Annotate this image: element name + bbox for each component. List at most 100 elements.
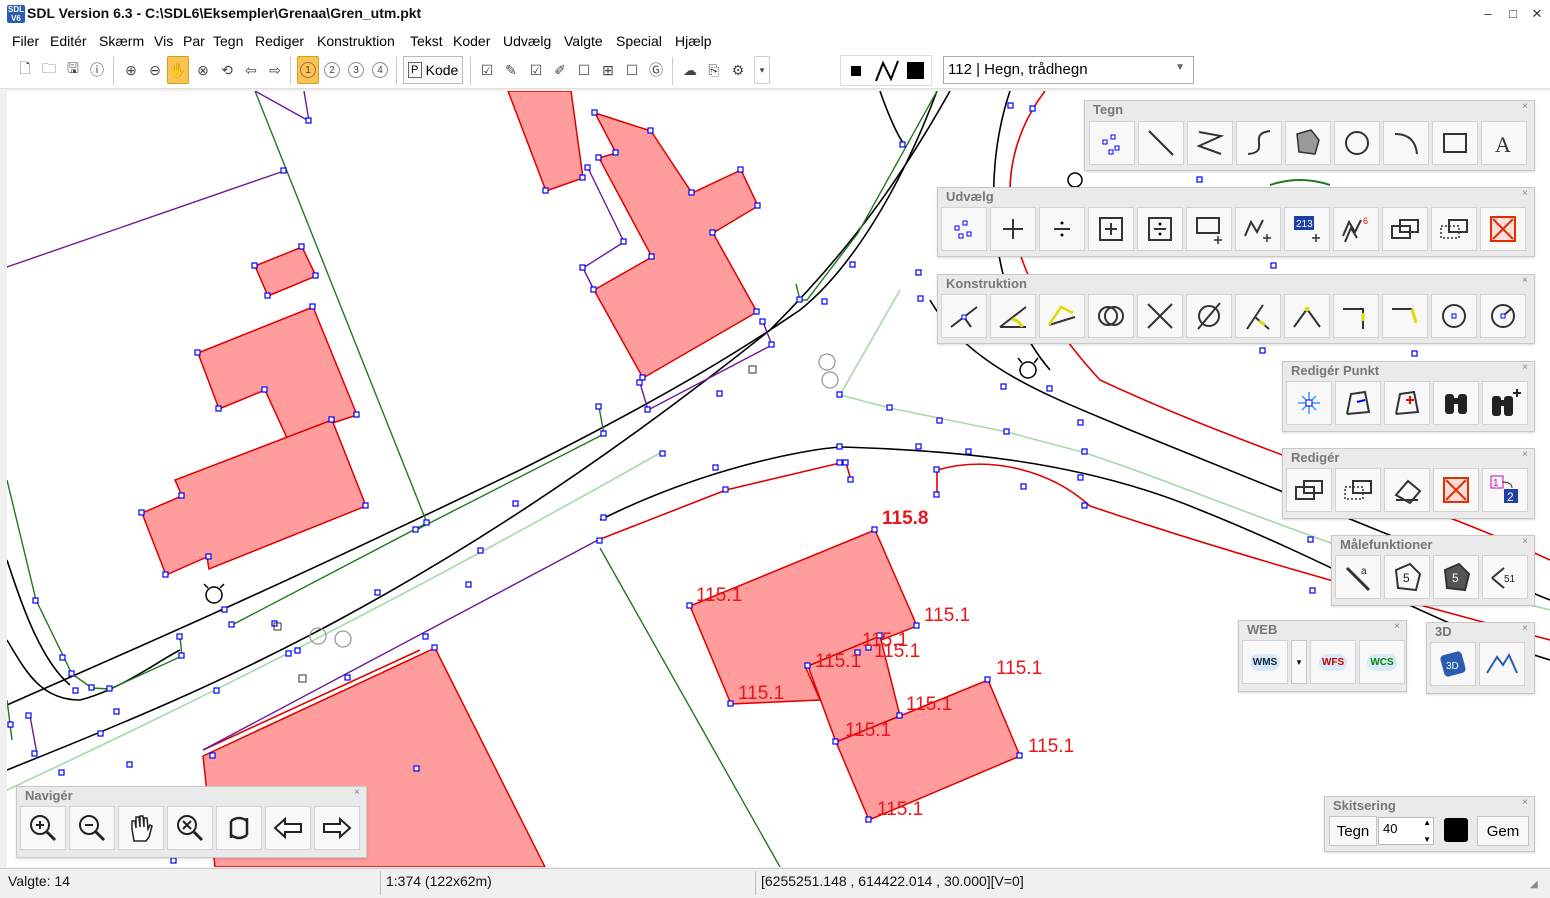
add-vertex-button[interactable] xyxy=(1384,381,1430,425)
draw-rectangle-button[interactable] xyxy=(1432,121,1478,165)
renumber-button[interactable]: 12 xyxy=(1482,468,1528,512)
kode-button[interactable]: P Kode xyxy=(403,56,463,84)
menu-special[interactable]: Special xyxy=(616,33,662,49)
select-rect-button[interactable] xyxy=(1186,207,1232,251)
minimize-button[interactable]: – xyxy=(1478,4,1498,24)
measure-area-filled-button[interactable]: 5 xyxy=(1433,555,1479,599)
select-box-add-button[interactable] xyxy=(1088,207,1134,251)
edit-overlap-button[interactable] xyxy=(1286,468,1332,512)
save-icon[interactable]: 🖫 xyxy=(62,56,84,84)
close-icon[interactable]: × xyxy=(1522,362,1528,373)
find-add-button[interactable] xyxy=(1482,381,1528,425)
menu-tegn[interactable]: Tegn xyxy=(213,33,243,49)
layer-2-button[interactable]: 2 xyxy=(321,56,343,84)
cloud-icon[interactable]: ☁ xyxy=(679,56,701,84)
construct-circles-button[interactable] xyxy=(1088,294,1134,338)
checkbox-points-icon[interactable]: ☑ xyxy=(476,56,498,84)
construct-center-button[interactable] xyxy=(1431,294,1477,338)
chevron-down-icon[interactable]: ▾ xyxy=(1291,640,1307,684)
move-vertex-button[interactable] xyxy=(1335,381,1381,425)
construct-apex-button[interactable] xyxy=(1284,294,1330,338)
layer-1-button[interactable]: 1 xyxy=(297,56,319,84)
nav-zoom-out-button[interactable] xyxy=(69,806,115,850)
point-style-icon[interactable] xyxy=(851,66,861,76)
construct-radius-button[interactable] xyxy=(1480,294,1526,338)
stepper-up-icon[interactable]: ▲ xyxy=(1423,818,1431,827)
line-style-icon[interactable] xyxy=(874,59,900,83)
draw-arc-button[interactable] xyxy=(1383,121,1429,165)
select-dashed-button[interactable] xyxy=(1431,207,1477,251)
menu-konstruktion[interactable]: Konstruktion xyxy=(317,33,395,49)
new-file-icon[interactable]: 🗋 xyxy=(14,56,36,84)
sketch-size-stepper[interactable]: 40 ▲ ▼ xyxy=(1378,817,1434,845)
pen-point-icon[interactable]: ✎ xyxy=(500,56,522,84)
edit-point-button[interactable] xyxy=(1286,381,1332,425)
construct-corner-2-button[interactable] xyxy=(1382,294,1428,338)
select-add-button[interactable] xyxy=(990,207,1036,251)
draw-points-button[interactable] xyxy=(1089,121,1135,165)
close-icon[interactable]: × xyxy=(1522,797,1528,808)
checkbox-empty-2-icon[interactable]: ☐ xyxy=(621,56,643,84)
select-codes-button[interactable]: 213 xyxy=(1284,207,1330,251)
menu-skaerm[interactable]: Skærm xyxy=(99,33,144,49)
checkbox-empty-icon[interactable]: ☐ xyxy=(573,56,595,84)
refresh-icon[interactable]: ⟲ xyxy=(216,56,238,84)
construct-intersection-button[interactable] xyxy=(1137,294,1183,338)
close-icon[interactable]: × xyxy=(1522,536,1528,547)
wcs-button[interactable]: WCS xyxy=(1359,640,1405,684)
menu-tekst[interactable]: Tekst xyxy=(410,33,443,49)
back-arrow-icon[interactable]: ⇦ xyxy=(240,56,262,84)
settings-gear-icon[interactable]: ⚙ xyxy=(727,56,749,84)
restore-button[interactable]: □ xyxy=(1503,4,1523,24)
layer-4-button[interactable]: 4 xyxy=(369,56,391,84)
close-icon[interactable]: × xyxy=(1522,101,1528,112)
clear-selection-button[interactable] xyxy=(1480,207,1526,251)
pen-line-icon[interactable]: ✐ xyxy=(549,56,571,84)
construct-corner-button[interactable] xyxy=(1333,294,1379,338)
menu-valgte[interactable]: Valgte xyxy=(564,33,603,49)
draw-circle-button[interactable] xyxy=(1334,121,1380,165)
close-icon[interactable]: × xyxy=(1522,449,1528,460)
zoom-extent-icon[interactable]: ⊗ xyxy=(192,56,214,84)
draw-text-button[interactable]: A xyxy=(1481,121,1527,165)
resize-grip-icon[interactable]: ◢ xyxy=(1530,879,1538,890)
nav-forward-button[interactable] xyxy=(314,806,360,850)
export-icon[interactable]: ⎘ xyxy=(703,56,725,84)
construct-circle-line-button[interactable] xyxy=(1186,294,1232,338)
close-icon[interactable]: × xyxy=(1522,188,1528,199)
draw-line-button[interactable] xyxy=(1138,121,1184,165)
chevron-down-icon[interactable]: ▾ xyxy=(754,56,770,84)
measure-angle-button[interactable]: 51 xyxy=(1482,555,1528,599)
layer-3-button[interactable]: 3 xyxy=(345,56,367,84)
nav-zoom-extent-button[interactable] xyxy=(167,806,213,850)
delete-button[interactable] xyxy=(1433,468,1479,512)
wfs-button[interactable]: WFS xyxy=(1310,640,1356,684)
nav-pan-button[interactable] xyxy=(118,806,164,850)
grid-snap-icon[interactable]: ⊞ xyxy=(597,56,619,84)
select-divide-button[interactable] xyxy=(1039,207,1085,251)
find-button[interactable] xyxy=(1433,381,1479,425)
line-style-selector[interactable] xyxy=(840,55,932,86)
construct-bearing-button[interactable] xyxy=(1039,294,1085,338)
edit-dashed-button[interactable] xyxy=(1335,468,1381,512)
pan-hand-icon[interactable]: ✋ xyxy=(167,56,189,84)
stepper-down-icon[interactable]: ▼ xyxy=(1423,835,1431,844)
draw-polyline-button[interactable] xyxy=(1187,121,1233,165)
sketch-save-button[interactable]: Gem xyxy=(1477,816,1529,846)
close-icon[interactable]: × xyxy=(354,787,360,798)
draw-curve-button[interactable] xyxy=(1236,121,1282,165)
close-button[interactable]: ✕ xyxy=(1527,4,1547,24)
zoom-in-icon[interactable]: ⊕ xyxy=(120,56,142,84)
fill-style-icon[interactable] xyxy=(907,62,924,79)
close-icon[interactable]: × xyxy=(1522,275,1528,286)
open-folder-icon[interactable]: 🗀 xyxy=(38,56,60,84)
select-points-button[interactable] xyxy=(941,207,987,251)
menu-filer[interactable]: Filer xyxy=(12,33,39,49)
forward-arrow-icon[interactable]: ⇨ xyxy=(264,56,286,84)
construct-perpendicular-button[interactable] xyxy=(941,294,987,338)
sdl-3d-button[interactable]: 3D xyxy=(1430,642,1476,686)
close-icon[interactable]: × xyxy=(1522,623,1528,634)
zoom-out-icon[interactable]: ⊖ xyxy=(144,56,166,84)
construct-extend-button[interactable] xyxy=(1235,294,1281,338)
terrain-3d-button[interactable] xyxy=(1479,642,1525,686)
